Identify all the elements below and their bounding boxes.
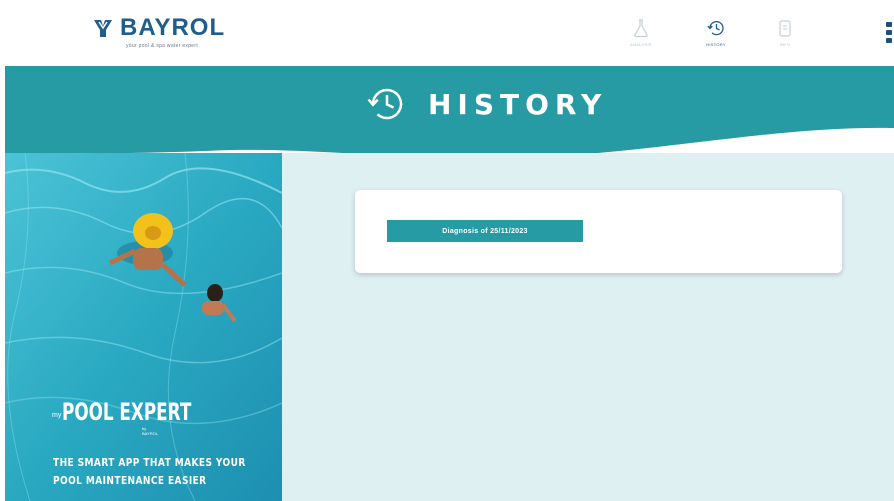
nav-history-label: HISTORY [706,42,726,47]
page-title-text: HISTORY [428,87,608,121]
page-title: HISTORY [364,82,607,126]
nav-info[interactable]: INFO [760,18,810,47]
bayrol-logo-mark-icon [94,20,112,37]
pool-expert-byline: by BAYROL [142,426,158,436]
history-icon [367,88,403,120]
diagnosis-entry-button[interactable]: Diagnosis of 25/11/2023 [387,220,583,242]
flask-icon [634,19,648,38]
top-bar: BAYROL your pool & spa water expert ANAL… [0,0,894,66]
history-card: Diagnosis of 25/11/2023 [355,190,842,273]
pool-expert-prefix: my [52,412,62,419]
pool-expert-name: POOL EXPERT [62,398,192,426]
brand-name: BAYROL [120,14,226,41]
pool-photo [5,153,282,501]
menu-icon[interactable] [886,22,894,44]
nav-analysis[interactable]: ANALYSIS [616,18,666,47]
history-icon [707,20,724,36]
brand-tagline: your pool & spa water expert [126,43,199,49]
nav-info-label: INFO [779,42,791,47]
bayrol-logo[interactable]: BAYROL your pool & spa water expert [92,14,225,49]
promo-tagline: THE SMART APP THAT MAKES YOUR POOL MAINT… [53,456,246,487]
promo-image [5,153,282,501]
nav-history[interactable]: HISTORY [691,18,741,47]
info-icon [779,20,791,37]
nav-analysis-label: ANALYSIS [630,42,652,47]
